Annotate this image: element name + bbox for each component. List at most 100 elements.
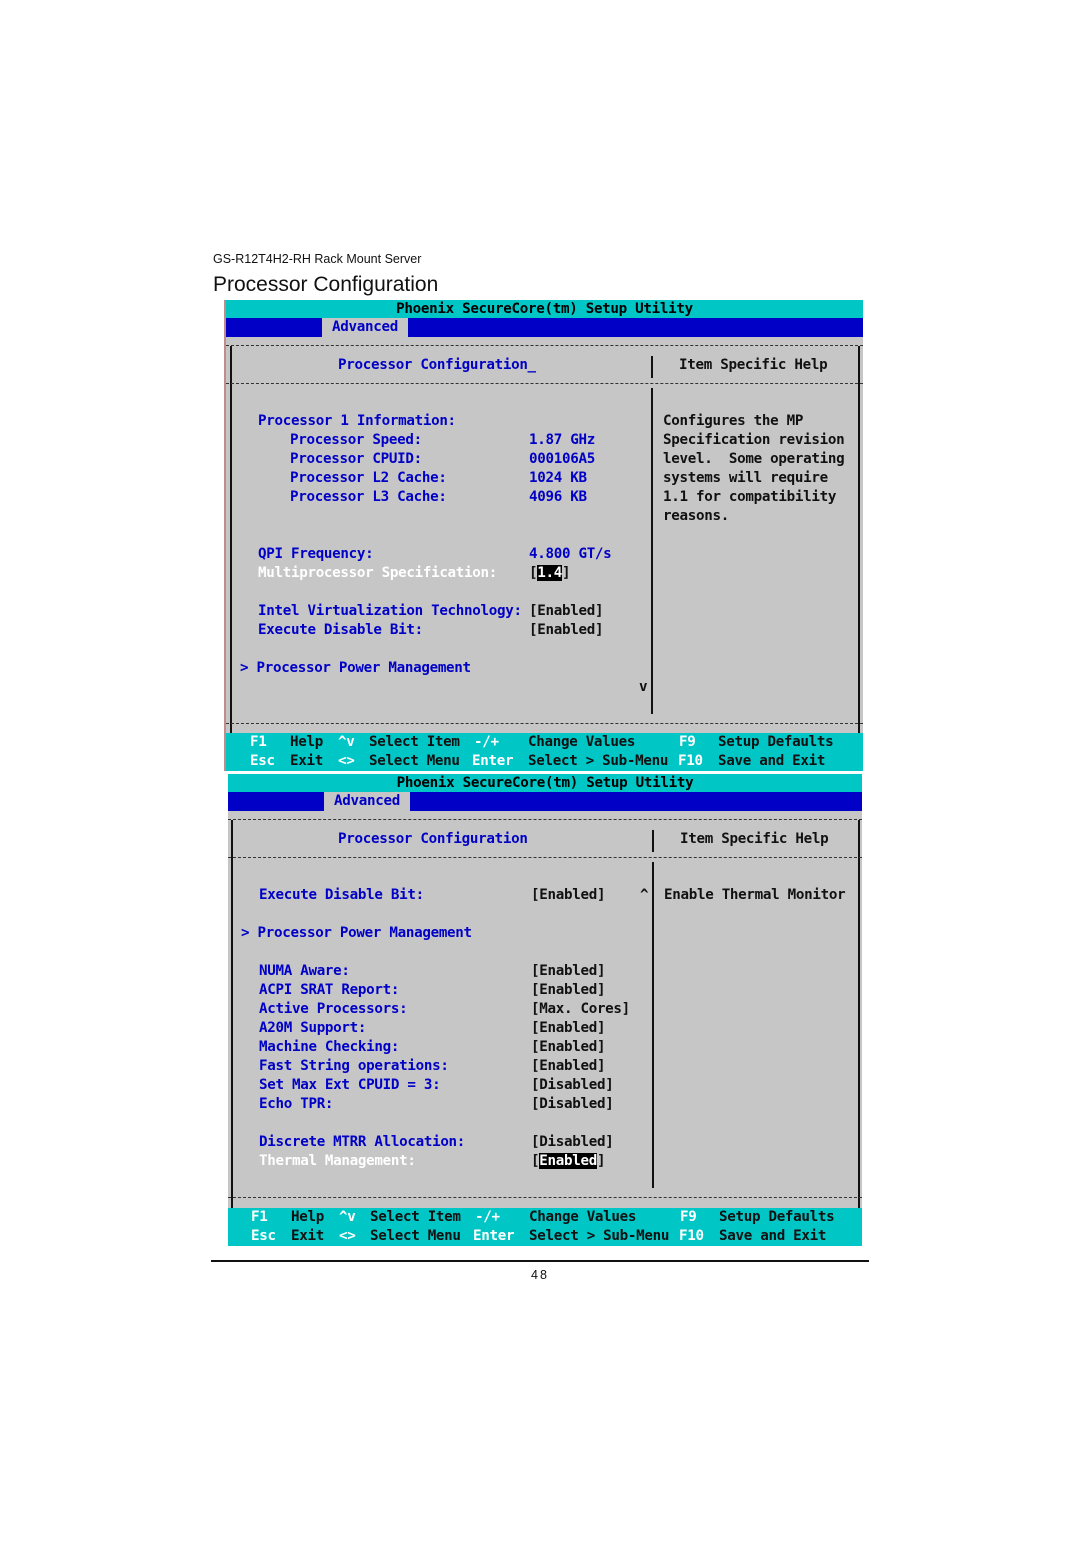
divider — [226, 383, 863, 385]
key-label: Select > Sub-Menu — [529, 1228, 670, 1244]
help-line: Enable Thermal Monitor — [664, 887, 846, 903]
item-value: 1024 KB — [529, 470, 587, 486]
selected-value[interactable]: 1.4 — [537, 565, 562, 581]
section-title: Processor Configuration — [213, 273, 439, 296]
help-line: Specification revision — [663, 432, 845, 448]
submenu-arrow-icon: > — [241, 925, 250, 941]
item-value: 4.800 GT/s — [529, 546, 612, 562]
key-enter: Enter — [473, 1228, 515, 1244]
setting-value[interactable]: [Enabled] — [531, 981, 606, 1000]
setting-value[interactable]: [Disabled] — [531, 1076, 614, 1095]
bios-screen-1: Phoenix SecureCore(tm) Setup Utility Adv… — [224, 300, 863, 771]
setting-intel-vt[interactable]: Intel Virtualization Technology: — [258, 602, 522, 621]
key-f9: F9 — [679, 734, 696, 750]
help-line: reasons. — [663, 508, 729, 524]
setting-thermal-management[interactable]: Thermal Management: — [259, 1152, 416, 1171]
bios-screen-2: Phoenix SecureCore(tm) Setup Utility Adv… — [228, 774, 862, 1246]
setting-value[interactable]: [Enabled] — [531, 962, 606, 981]
frame-left — [231, 820, 233, 1230]
value-text: Disabled — [539, 1134, 606, 1150]
scroll-up-icon[interactable]: ^ — [640, 886, 649, 905]
key-f1: F1 — [251, 1209, 268, 1225]
value-text: Disabled — [539, 1077, 606, 1093]
list-item: Processor 1 Information: — [258, 413, 456, 429]
key-label: Select Item — [369, 734, 460, 750]
setting-set-max-ext-cpuid[interactable]: Set Max Ext CPUID = 3: — [259, 1076, 441, 1095]
setting-a20m-support[interactable]: A20M Support: — [259, 1019, 366, 1038]
key-f10: F10 — [679, 1228, 704, 1244]
scroll-down-icon[interactable]: v — [639, 678, 648, 697]
key-updown-icon: ^v — [338, 734, 355, 750]
item-value: 000106A5 — [529, 451, 595, 467]
bios-menu-bar: Advanced — [228, 792, 862, 811]
help-title: Item Specific Help — [680, 831, 829, 847]
setting-acpi-srat-report[interactable]: ACPI SRAT Report: — [259, 981, 399, 1000]
key-updown-icon: ^v — [339, 1209, 356, 1225]
key-label: Save and Exit — [718, 753, 826, 769]
value-text: Enabled — [537, 622, 595, 638]
key-label: Exit — [291, 1228, 324, 1244]
setting-value[interactable]: [Enabled] — [531, 886, 606, 905]
value-text: Enabled — [539, 1020, 597, 1036]
setting-discrete-mtrr-allocation[interactable]: Discrete MTRR Allocation: — [259, 1133, 465, 1152]
setting-execute-disable-bit[interactable]: Execute Disable Bit: — [258, 621, 423, 640]
setting-value[interactable]: [Enabled] — [529, 602, 604, 621]
key-minus-plus: -/+ — [475, 1209, 500, 1225]
submenu-processor-power-management[interactable]: > Processor Power Management — [240, 659, 471, 678]
document-header: GS-R12T4H2-RH Rack Mount Server — [213, 252, 422, 266]
help-line: systems will require — [663, 470, 828, 486]
scrollbar[interactable] — [651, 388, 653, 714]
frame-mid — [651, 356, 653, 378]
scrollbar[interactable] — [652, 862, 654, 1188]
setting-value[interactable]: [Disabled] — [531, 1095, 614, 1114]
value-text: Enabled — [539, 982, 597, 998]
setting-value[interactable]: [Enabled] — [531, 1057, 606, 1076]
setting-machine-checking[interactable]: Machine Checking: — [259, 1038, 399, 1057]
setting-echo-tpr[interactable]: Echo TPR: — [259, 1095, 333, 1114]
setting-execute-disable-bit[interactable]: Execute Disable Bit: — [259, 886, 424, 905]
setting-value[interactable]: [Enabled] — [531, 1019, 606, 1038]
value-text: Enabled — [537, 603, 595, 619]
key-enter: Enter — [472, 753, 514, 769]
list-item: QPI Frequency: — [258, 546, 374, 562]
key-esc: Esc — [250, 753, 275, 769]
submenu-processor-power-management[interactable]: > Processor Power Management — [241, 924, 472, 943]
help-line: Configures the MP — [663, 413, 804, 429]
setting-value-selected[interactable]: [1.4] — [529, 564, 571, 583]
divider — [228, 819, 862, 821]
value-text: Disabled — [539, 1096, 606, 1112]
key-leftright-icon: <> — [338, 753, 355, 769]
key-label: Save and Exit — [719, 1228, 827, 1244]
setting-value[interactable]: [Enabled] — [529, 621, 604, 640]
menu-tab-advanced[interactable]: Advanced — [324, 792, 410, 811]
bios-title-bar: Phoenix SecureCore(tm) Setup Utility — [228, 774, 862, 792]
setting-active-processors[interactable]: Active Processors: — [259, 1000, 408, 1019]
key-label: Exit — [290, 753, 323, 769]
setting-numa-aware[interactable]: NUMA Aware: — [259, 962, 350, 981]
value-text: Enabled — [539, 887, 597, 903]
help-line: 1.1 for compatibility — [663, 489, 837, 505]
value-text: Enabled — [539, 1058, 597, 1074]
key-label: Select Menu — [369, 753, 460, 769]
selected-value[interactable]: Enabled — [539, 1153, 597, 1169]
key-f10: F10 — [678, 753, 703, 769]
bios-menu-bar: Advanced — [226, 318, 863, 337]
setting-multiprocessor-spec[interactable]: Multiprocessor Specification: — [258, 564, 497, 583]
divider — [226, 723, 863, 725]
frame-right — [858, 346, 860, 756]
setting-value[interactable]: [Enabled] — [531, 1038, 606, 1057]
setting-value[interactable]: [Disabled] — [531, 1133, 614, 1152]
list-item: Processor L3 Cache: — [290, 489, 447, 505]
divider — [228, 857, 862, 859]
key-leftright-icon: <> — [339, 1228, 356, 1244]
frame-right — [858, 820, 860, 1230]
bios-title-bar: Phoenix SecureCore(tm) Setup Utility — [226, 300, 863, 318]
setting-fast-string-operations[interactable]: Fast String operations: — [259, 1057, 449, 1076]
key-label: Help — [290, 734, 323, 750]
setting-value[interactable]: [Max. Cores] — [531, 1000, 630, 1019]
setting-value-selected[interactable]: [Enabled] — [531, 1152, 606, 1171]
menu-tab-advanced[interactable]: Advanced — [322, 318, 408, 337]
key-minus-plus: -/+ — [474, 734, 499, 750]
list-item: Processor L2 Cache: — [290, 470, 447, 486]
list-item: Processor CPUID: — [290, 451, 422, 467]
